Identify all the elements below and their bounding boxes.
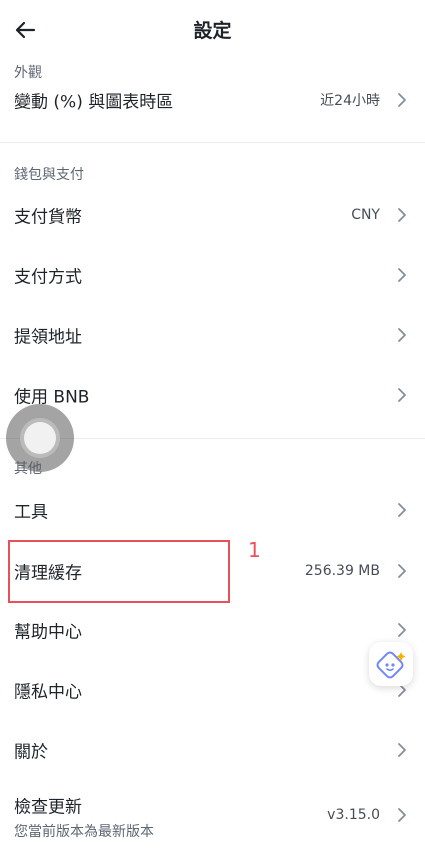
row-sublabel: 您當前版本為最新版本	[14, 824, 154, 840]
row-label: 支付貨幣	[14, 207, 82, 228]
chevron-right-icon	[398, 93, 406, 107]
settings-row-about[interactable]: 關於	[0, 720, 425, 780]
settings-row-check-update[interactable]: 檢查更新 您當前版本為最新版本 v3.15.0	[0, 785, 425, 845]
chevron-right-icon	[398, 268, 406, 282]
row-label: 隱私中心	[14, 682, 82, 703]
row-label: 幫助中心	[14, 622, 82, 643]
chevron-right-icon	[398, 743, 406, 757]
row-label: 關於	[14, 742, 48, 763]
row-value: 256.39 MB	[304, 563, 380, 579]
sparkle-face-icon	[376, 651, 406, 679]
annotation-number: 1	[248, 538, 261, 562]
settings-row-help-center[interactable]: 幫助中心	[0, 600, 425, 660]
chevron-right-icon	[398, 503, 406, 517]
settings-row-tools[interactable]: 工具	[0, 480, 425, 540]
settings-row-payment-method[interactable]: 支付方式	[0, 245, 425, 305]
chevron-right-icon	[398, 564, 406, 578]
settings-row-currency[interactable]: 支付貨幣 CNY	[0, 185, 425, 245]
annotation-highlight-box	[8, 540, 230, 603]
page-title: 設定	[193, 20, 232, 42]
row-label: 變動 (%) 與圖表時區	[14, 92, 174, 113]
chevron-right-icon	[398, 328, 406, 342]
section-divider	[0, 142, 425, 143]
settings-row-change-timezone[interactable]: 變動 (%) 與圖表時區 近24小時	[0, 70, 425, 130]
ai-assistant-button[interactable]	[369, 642, 413, 686]
row-label: 工具	[14, 502, 48, 523]
chevron-right-icon	[398, 808, 406, 822]
row-value: CNY	[351, 207, 380, 223]
row-value: 近24小時	[320, 93, 380, 109]
row-label: 使用 BNB	[14, 387, 90, 408]
chevron-right-icon	[398, 623, 406, 637]
row-label: 支付方式	[14, 267, 82, 288]
chevron-right-icon	[398, 208, 406, 222]
section-title-wallet: 錢包與支付	[14, 167, 84, 183]
row-label: 檢查更新	[14, 797, 82, 818]
settings-row-privacy-center[interactable]: 隱私中心	[0, 660, 425, 720]
assistive-touch-icon	[20, 418, 60, 458]
row-label: 提領地址	[14, 327, 82, 348]
assistive-touch-button[interactable]	[6, 404, 74, 472]
header-bar: 設定	[0, 0, 425, 58]
chevron-right-icon	[398, 388, 406, 402]
settings-row-withdraw-address[interactable]: 提領地址	[0, 305, 425, 365]
row-value: v3.15.0	[327, 807, 380, 823]
